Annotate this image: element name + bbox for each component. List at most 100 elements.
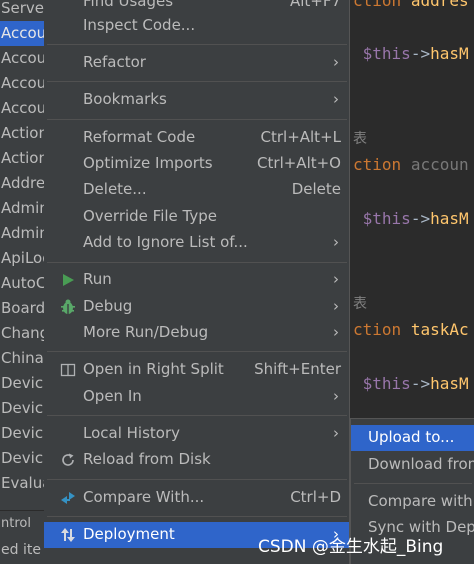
menu-item-local-history[interactable]: Local History ›	[44, 421, 349, 447]
context-menu: Find Usages Alt+F7 Inspect Code... Refac…	[44, 0, 350, 564]
menu-item-label: Open In	[83, 387, 142, 405]
project-tree-item[interactable]: Admin	[0, 196, 44, 221]
menu-item-bookmarks[interactable]: Bookmarks ›	[44, 87, 349, 113]
project-tree-item[interactable]: Accoun	[0, 21, 44, 46]
code-function: addres	[410, 0, 469, 10]
code-operator: ->	[410, 209, 431, 228]
menu-item-label: Reformat Code	[83, 128, 196, 146]
submenu-item-download-from[interactable]: Download from	[351, 452, 474, 478]
menu-item-label: Override File Type	[83, 207, 217, 225]
project-tree-item[interactable]: Device	[0, 446, 44, 471]
menu-item-debug[interactable]: Debug ›	[44, 294, 349, 320]
code-variable: $this	[362, 374, 411, 393]
menu-separator	[47, 44, 347, 45]
status-text: ed ite	[1, 542, 41, 558]
menu-item-label: Open in Right Split	[83, 360, 224, 378]
menu-item-override-file-type[interactable]: Override File Type	[44, 204, 349, 230]
menu-item-shortcut: Ctrl+Alt+O	[257, 154, 341, 172]
chevron-right-icon: ›	[333, 53, 339, 71]
project-tree-item[interactable]: Board.p	[0, 296, 44, 321]
project-tree-item[interactable]: Accoun	[0, 96, 44, 121]
menu-separator	[47, 516, 347, 517]
run-icon	[63, 274, 74, 286]
project-tree-item[interactable]: Servers	[0, 0, 44, 21]
menu-item-shortcut: Ctrl+Alt+L	[260, 128, 342, 146]
menu-item-add-to-ignore-list[interactable]: Add to Ignore List of... ›	[44, 230, 349, 256]
menu-separator	[47, 415, 347, 416]
code-line: $this->hasM	[353, 44, 469, 63]
project-tree-item[interactable]: AutoCl	[0, 271, 44, 296]
code-line: ction accoun	[353, 155, 469, 174]
menu-separator	[47, 479, 347, 480]
tool-window-tab[interactable]: ntrol	[0, 510, 44, 536]
submenu-item-label: Upload to...	[368, 428, 455, 446]
chevron-right-icon: ›	[333, 424, 339, 442]
menu-item-open-in[interactable]: Open In ›	[44, 384, 349, 410]
project-tree-item[interactable]: Accoun	[0, 46, 44, 71]
menu-separator	[47, 262, 347, 263]
menu-item-label: Reload from Disk	[83, 450, 211, 468]
submenu-item-compare-with[interactable]: Compare with	[351, 489, 474, 515]
submenu-item-label: Compare with	[368, 492, 473, 510]
menu-item-run[interactable]: Run ›	[44, 267, 349, 293]
project-tree-item[interactable]: Action	[0, 146, 44, 171]
reload-icon	[62, 453, 74, 466]
menu-item-shortcut: Shift+Enter	[254, 360, 341, 378]
bug-icon	[61, 299, 75, 314]
project-tree-item[interactable]: ApiLog	[0, 246, 44, 271]
code-function: hasM	[430, 44, 469, 63]
code-keyword: ction	[353, 0, 402, 10]
chevron-right-icon: ›	[333, 90, 339, 108]
project-tree-item[interactable]: Action	[0, 121, 44, 146]
project-tree-item[interactable]: Evaluat	[0, 471, 44, 496]
menu-item-label: Deployment	[83, 525, 175, 543]
project-tree-item[interactable]: Admin	[0, 221, 44, 246]
code-comment: 表	[353, 131, 367, 147]
project-tree-item[interactable]: ChinaA	[0, 346, 44, 371]
code-function: hasM	[430, 209, 469, 228]
menu-item-delete[interactable]: Delete... Delete	[44, 177, 349, 203]
menu-item-inspect-code[interactable]: Inspect Code...	[44, 13, 349, 39]
project-tree-item[interactable]: Device	[0, 421, 44, 446]
code-variable: $this	[362, 44, 411, 63]
menu-item-label: Compare With...	[83, 488, 205, 506]
project-tree-item[interactable]: Change	[0, 321, 44, 346]
submenu-item-label: Download from	[368, 455, 474, 473]
menu-item-label: Local History	[83, 424, 181, 442]
menu-item-more-run-debug[interactable]: More Run/Debug ›	[44, 320, 349, 346]
code-comment: 表	[353, 296, 367, 312]
menu-item-open-in-right-split[interactable]: Open in Right Split Shift+Enter	[44, 357, 349, 383]
code-keyword: ction	[353, 155, 402, 174]
menu-item-optimize-imports[interactable]: Optimize Imports Ctrl+Alt+O	[44, 151, 349, 177]
project-tree-item[interactable]: Accoun	[0, 71, 44, 96]
chevron-right-icon: ›	[333, 323, 339, 341]
submenu-item-upload-to[interactable]: Upload to...	[351, 425, 474, 451]
project-panel: ServersAccounAccounAccounAccounActionAct…	[0, 0, 44, 564]
code-function: taskAc	[410, 320, 469, 339]
menu-item-label: Find Usages	[83, 0, 174, 10]
chevron-right-icon: ›	[333, 297, 339, 315]
code-function: hasM	[430, 374, 469, 393]
menu-separator	[47, 81, 347, 82]
project-tree-item[interactable]: Device	[0, 396, 44, 421]
menu-item-label: Delete...	[83, 180, 147, 198]
watermark: CSDN @金生水起_Bing	[258, 537, 444, 557]
menu-item-label: Debug	[83, 297, 133, 315]
chevron-right-icon: ›	[333, 270, 339, 288]
code-line: $this->hasM	[353, 209, 469, 228]
code-operator: ->	[410, 44, 431, 63]
compare-icon	[61, 492, 75, 504]
menu-item-compare-with[interactable]: Compare With... Ctrl+D	[44, 485, 349, 511]
menu-item-reformat-code[interactable]: Reformat Code Ctrl+Alt+L	[44, 125, 349, 151]
menu-item-label: More Run/Debug	[83, 323, 209, 341]
chevron-right-icon: ›	[333, 233, 339, 251]
project-tree-item[interactable]: Device	[0, 371, 44, 396]
code-line: ction taskAc	[353, 320, 469, 339]
project-tree-item[interactable]: Addres	[0, 171, 44, 196]
deployment-icon	[61, 528, 75, 542]
code-line: $this->hasM	[353, 374, 469, 393]
code-function: accoun	[410, 155, 469, 174]
menu-item-refactor[interactable]: Refactor ›	[44, 50, 349, 76]
menu-item-reload-from-disk[interactable]: Reload from Disk	[44, 447, 349, 473]
menu-separator	[47, 119, 347, 120]
